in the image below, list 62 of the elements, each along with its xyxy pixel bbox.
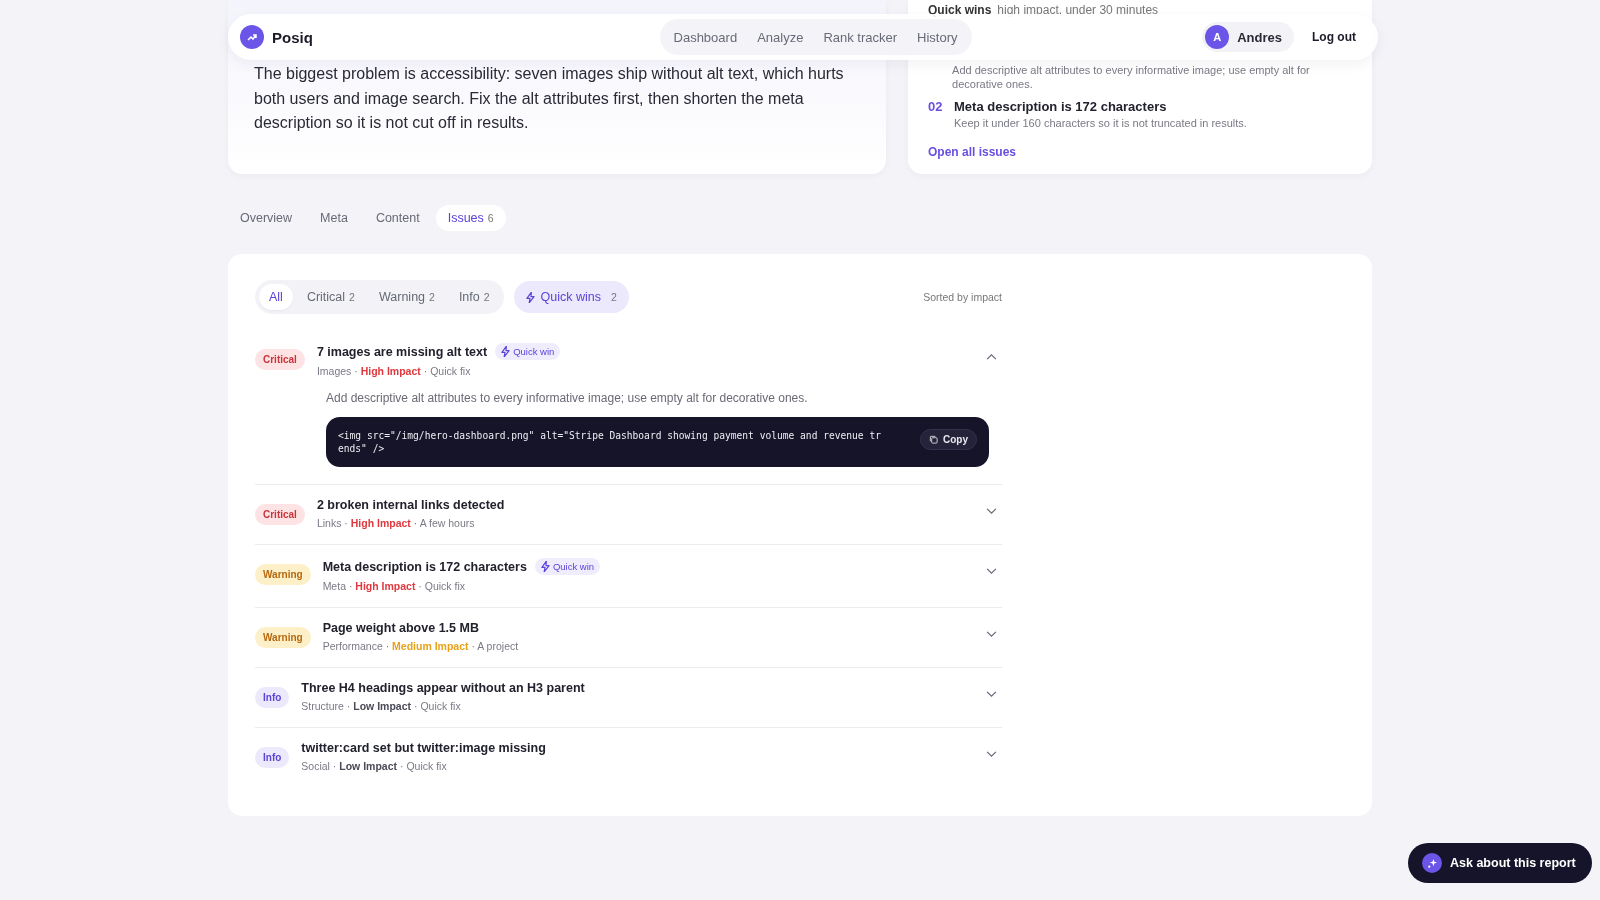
- filter-button[interactable]: Warning 2: [368, 284, 445, 310]
- severity-badge: Info: [255, 747, 290, 768]
- user-name: Andres: [1237, 29, 1282, 45]
- quick-win-description: Add descriptive alt attributes to every informative image; use empty alt for decorative ones.: [952, 64, 1311, 91]
- tab[interactable]: Overview: [228, 205, 305, 231]
- quick-win-description: Keep it under 160 characters so it is not truncated in results.: [954, 117, 1247, 131]
- copy-icon: [929, 435, 938, 444]
- tab[interactable]: Meta: [308, 205, 360, 231]
- open-all-issues-link[interactable]: Open all issues: [928, 144, 1346, 159]
- quick-wins-heading: Quick wins: [928, 2, 992, 17]
- quick-win-badge: Quick win: [495, 343, 561, 360]
- filter-button[interactable]: Critical 2: [296, 284, 365, 310]
- quick-win-title: Meta description is 172 characters: [954, 99, 1168, 114]
- brand-name[interactable]: Posiq: [272, 28, 313, 46]
- issue-title[interactable]: Page weight above 1.5 MB: [322, 621, 479, 635]
- code-block: <img src="/img/hero-dashboard.png" alt="Stripe Dashboard showing payment volume and revenue tr ends" /> Copy: [326, 417, 989, 467]
- issue-meta: Performance · Medium Impact · A project: [322, 640, 520, 652]
- lightning-icon: [525, 291, 535, 303]
- quick-wins-subheading: high impact, under 30 minutes: [997, 2, 1159, 17]
- ask-report-button[interactable]: Ask about this report: [1408, 843, 1592, 883]
- item-number: 02: [928, 99, 943, 114]
- chevron-down-icon[interactable]: [986, 508, 997, 515]
- quick-wins-filter[interactable]: Quick wins 2: [513, 281, 629, 313]
- filter-button[interactable]: Info 2: [448, 284, 500, 310]
- issue-meta: Social · Low Impact · Quick fix: [301, 760, 448, 772]
- issue-meta: Structure · Low Impact · Quick fix: [301, 700, 462, 712]
- nav-link[interactable]: Rank tracker: [815, 29, 906, 45]
- lightning-icon: [501, 346, 511, 357]
- issue-title[interactable]: twitter:card set but twitter:image missing: [301, 741, 546, 755]
- issue-meta: Meta · High Impact · Quick fix: [322, 580, 466, 592]
- issue-description: Add descriptive alt attributes to every informative image; use empty alt for decorative ones.: [326, 391, 809, 405]
- nav-link[interactable]: Dashboard: [665, 29, 746, 45]
- issue-title[interactable]: Three H4 headings appear without an H3 parent: [301, 681, 585, 695]
- filter-button[interactable]: All: [259, 284, 293, 310]
- chevron-down-icon[interactable]: [986, 568, 997, 575]
- sparkle-icon: [1422, 853, 1442, 873]
- nav-link[interactable]: History: [909, 29, 966, 45]
- severity-badge: Warning: [255, 627, 311, 648]
- nav-link[interactable]: Analyze: [749, 29, 812, 45]
- user-chip[interactable]: A Andres: [1202, 22, 1294, 52]
- chevron-up-icon[interactable]: [986, 353, 997, 360]
- chevron-down-icon[interactable]: [986, 691, 997, 698]
- chevron-down-icon[interactable]: [986, 751, 997, 758]
- issue-meta: Links · High Impact · A few hours: [316, 517, 476, 529]
- sort-label: Sorted by impact: [923, 291, 1002, 303]
- issue-meta: Images · High Impact · Quick fix: [316, 365, 472, 377]
- tab[interactable]: Content: [363, 205, 432, 231]
- severity-badge: Critical: [255, 349, 305, 370]
- issue-title[interactable]: Meta description is 172 characters: [322, 559, 527, 574]
- tab[interactable]: Issues 6: [435, 205, 506, 231]
- severity-badge: Info: [255, 687, 290, 708]
- severity-badge: Warning: [255, 564, 311, 585]
- lightning-icon: [540, 561, 550, 572]
- summary-text: The biggest problem is accessibility: seven images ship without alt text, which hurts both users and image search. Fix the alt attributes first, then shorten the meta description so it is not cut off in results.: [254, 64, 845, 133]
- issue-title[interactable]: 2 broken internal links detected: [316, 498, 505, 512]
- issue-title[interactable]: 7 images are missing alt text: [316, 344, 488, 359]
- copy-button[interactable]: Copy: [920, 429, 977, 450]
- avatar: A: [1205, 25, 1230, 49]
- quick-win-badge: Quick win: [534, 558, 601, 575]
- severity-badge: Critical: [255, 504, 305, 525]
- chevron-down-icon[interactable]: [986, 631, 997, 638]
- logout-button[interactable]: Log out: [1308, 26, 1360, 48]
